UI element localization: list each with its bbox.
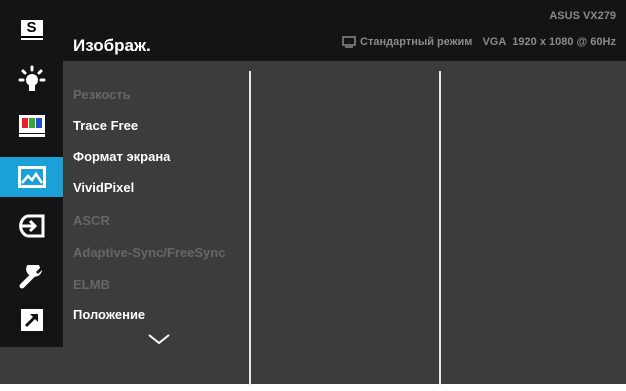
monitor-icon: [342, 36, 356, 48]
sidebar-item-shortcut[interactable]: [0, 300, 63, 340]
shortcut-icon: [20, 309, 43, 331]
column-divider-left: [249, 71, 251, 385]
menu-item-aspect-control[interactable]: Формат экрана: [73, 149, 170, 164]
menu-content: Резкость Trace Free Формат экрана VividP…: [63, 61, 626, 385]
menu-item-sharpness[interactable]: Резкость: [73, 87, 131, 102]
sidebar-item-color[interactable]: [0, 106, 63, 146]
wrench-icon: [19, 265, 42, 289]
menu-item-trace-free[interactable]: Trace Free: [73, 118, 138, 133]
sidebar-item-splendid[interactable]: S: [0, 10, 63, 50]
menu-item-adaptive-sync[interactable]: Adaptive-Sync/FreeSync: [73, 245, 225, 260]
chevron-down-icon[interactable]: [147, 332, 171, 346]
input-select-icon: [18, 214, 44, 238]
splendid-icon-label: S: [26, 19, 37, 36]
menu-item-vividpixel[interactable]: VividPixel: [73, 180, 134, 195]
sidebar-item-image[interactable]: [0, 157, 63, 197]
sidebar-item-input-select[interactable]: [0, 206, 63, 246]
sidebar-footer: [0, 347, 63, 384]
column-divider-right: [439, 71, 441, 385]
page-title: Изображ.: [73, 36, 151, 55]
splendid-icon: S: [20, 19, 43, 40]
header-bar: Изображ. ASUS VX279 Стандартный режим VG…: [63, 0, 626, 61]
brightness-icon: [18, 65, 45, 91]
menu-item-ascr[interactable]: ASCR: [73, 213, 110, 228]
current-mode: Стандартный режим: [360, 36, 473, 48]
image-icon: [17, 166, 46, 188]
input-source: VGA: [482, 36, 507, 48]
sidebar-item-brightness[interactable]: [0, 60, 63, 100]
menu-item-elmb[interactable]: ELMB: [73, 277, 110, 292]
sidebar-item-system-setup[interactable]: [0, 258, 63, 298]
status-bar: Стандартный режим VGA 1920 x 1080 @ 60Hz: [342, 36, 616, 48]
sidebar: S: [0, 0, 63, 347]
resolution: 1920 x 1080 @ 60Hz: [512, 36, 616, 48]
osd-window: S Изображ. ASUS VX279 Стандартный режим …: [0, 0, 626, 385]
menu-item-position[interactable]: Положение: [73, 307, 145, 322]
color-icon: [18, 115, 45, 137]
model-name: ASUS VX279: [549, 10, 616, 22]
